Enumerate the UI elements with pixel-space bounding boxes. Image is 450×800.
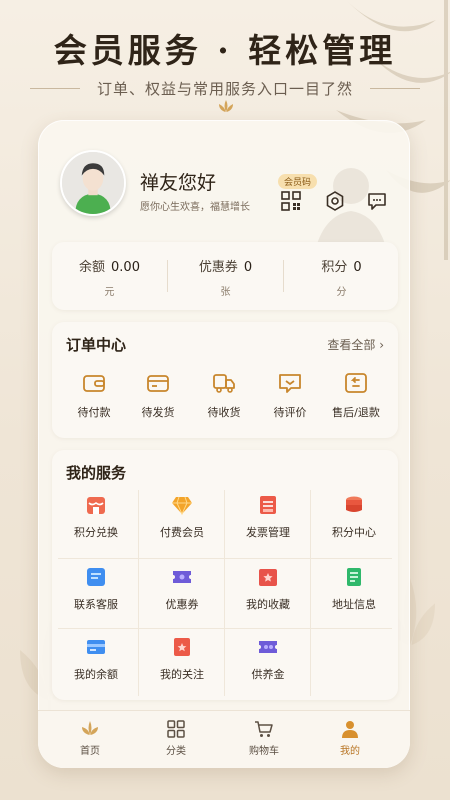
order-after-sales[interactable]: 售后/退款 [324, 370, 388, 420]
asset-unit: 分 [336, 287, 347, 298]
asset-label: 积分 [321, 260, 348, 275]
order-pending-shipment[interactable]: 待发货 [126, 370, 190, 420]
order-center-title: 订单中心 [66, 336, 127, 354]
service-paid-membership[interactable]: 付费会员 [140, 494, 224, 540]
order-pending-receipt[interactable]: 待收货 [192, 370, 256, 420]
favorites-icon [259, 569, 277, 586]
service-my-balance[interactable]: 我的余额 [54, 636, 138, 682]
service-label: 我的收藏 [246, 598, 290, 611]
review-icon [279, 374, 301, 393]
invoice-icon [260, 496, 276, 514]
address-icon [347, 568, 361, 586]
banner-title: 会员服务 · 轻松管理 [53, 31, 397, 70]
service-label: 联系客服 [74, 598, 118, 611]
view-all-orders-link[interactable]: 查看全部 › [327, 336, 384, 353]
wallet-icon [83, 375, 105, 392]
package-icon [147, 375, 169, 392]
asset-label: 优惠券 [198, 260, 238, 275]
service-coupons[interactable]: 优惠券 [140, 566, 224, 612]
tab-cart[interactable]: 购物车 [234, 719, 294, 757]
service-points-exchange[interactable]: 积分兑换 [54, 494, 138, 540]
asset-label: 余额 [79, 260, 106, 275]
tab-label: 购物车 [249, 746, 279, 757]
service-favorites[interactable]: 我的收藏 [226, 566, 310, 612]
service-address[interactable]: 地址信息 [312, 566, 396, 612]
my-services-title: 我的服务 [66, 464, 127, 482]
service-label: 付费会员 [160, 526, 204, 539]
grid-line [310, 490, 311, 696]
grid-icon [167, 720, 185, 738]
asset-balance[interactable]: 余额 0.00 元 [52, 256, 167, 298]
my-services-card: 我的服务 积分兑换 付费会员 发票管理 积分中心 联系客服 优惠券 我的收藏 地… [52, 450, 398, 700]
asset-unit: 张 [220, 287, 231, 298]
greeting-wish: 愿你心生欢喜，福慧增长 [140, 202, 250, 213]
service-label: 积分兑换 [74, 526, 118, 539]
phone-frame: 禅友您好 愿你心生欢喜，福慧增长 会员码 余额 0.00 元 优惠券 0 张 积分 0 [38, 120, 410, 768]
card-icon [87, 640, 105, 654]
service-label: 我的关注 [160, 668, 204, 681]
greeting-text: 禅友您好 [140, 172, 217, 194]
service-label: 优惠券 [165, 598, 199, 611]
refund-icon [345, 373, 367, 393]
order-item-label: 售后/退款 [332, 406, 380, 419]
order-item-label: 待收货 [207, 406, 241, 419]
tab-category[interactable]: 分类 [146, 719, 206, 757]
grid-line [58, 628, 392, 629]
qrcode-icon[interactable] [280, 190, 302, 212]
service-label: 发票管理 [246, 526, 290, 539]
profile-section: 禅友您好 愿你心生欢喜，福慧增长 会员码 [60, 150, 400, 222]
order-item-label: 待评价 [273, 406, 307, 419]
tab-home[interactable]: 首页 [60, 719, 120, 757]
message-icon[interactable] [366, 190, 388, 212]
lotus-icon [219, 100, 233, 112]
chat-icon [87, 568, 105, 586]
grid-line [138, 490, 139, 696]
diamond-icon [172, 496, 192, 516]
vip-code-badge[interactable]: 会员码 [278, 174, 318, 189]
truck-icon [213, 374, 235, 393]
service-customer-support[interactable]: 联系客服 [54, 566, 138, 612]
tab-label: 分类 [166, 746, 186, 757]
settings-icon[interactable] [324, 190, 346, 212]
bottom-tab-bar: 首页 分类 购物车 我的 [38, 710, 410, 768]
order-center-card: 订单中心 查看全部 › 待付款 待发货 待收货 待评价 售后/退款 [52, 322, 398, 438]
service-following[interactable]: 我的关注 [140, 636, 224, 682]
order-pending-review[interactable]: 待评价 [258, 370, 322, 420]
follow-icon [174, 638, 190, 656]
lotus-icon [82, 721, 98, 735]
service-offering-fund[interactable]: 供养金 [226, 636, 310, 682]
asset-points[interactable]: 积分 0 分 [284, 256, 399, 298]
coins-icon [346, 496, 362, 512]
order-pending-payment[interactable]: 待付款 [62, 370, 126, 420]
grid-line [224, 490, 225, 696]
assets-summary: 余额 0.00 元 优惠券 0 张 积分 0 分 [52, 242, 398, 310]
order-item-label: 待发货 [141, 406, 175, 419]
cart-icon [255, 721, 273, 737]
asset-coupons[interactable]: 优惠券 0 张 [168, 256, 283, 298]
service-points-center[interactable]: 积分中心 [312, 494, 396, 540]
asset-value: 0.00 [111, 260, 140, 275]
service-label: 积分中心 [332, 526, 376, 539]
service-label: 地址信息 [332, 598, 376, 611]
tab-label: 首页 [80, 746, 100, 757]
avatar[interactable] [60, 150, 126, 216]
service-label: 我的余额 [74, 668, 118, 681]
banner-subtitle: 订单、权益与常用服务入口一目了然 [0, 78, 450, 99]
store-icon [87, 497, 105, 514]
user-icon [342, 721, 358, 738]
tab-mine[interactable]: 我的 [320, 719, 380, 757]
asset-value: 0 [353, 260, 362, 275]
grid-line [58, 558, 392, 559]
ticket-icon [259, 641, 277, 653]
coupon-icon [173, 571, 191, 583]
tab-label: 我的 [340, 746, 360, 757]
order-item-label: 待付款 [77, 406, 111, 419]
service-invoice[interactable]: 发票管理 [226, 494, 310, 540]
asset-unit: 元 [104, 287, 115, 298]
asset-value: 0 [243, 260, 253, 275]
service-label: 供养金 [251, 668, 285, 681]
